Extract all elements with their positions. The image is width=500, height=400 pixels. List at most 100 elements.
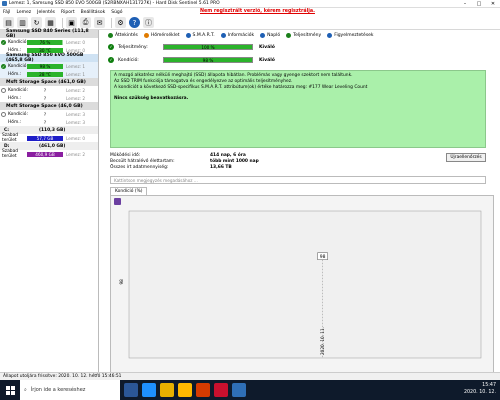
disk-number: Lemez: 0 [66, 47, 86, 53]
stat-label: Működési idő: [110, 152, 141, 158]
save-icon[interactable]: ▣ [66, 17, 77, 28]
unknown-status-icon [1, 111, 6, 117]
condition-bar: ? [43, 87, 47, 93]
drive-temp-row: Hőm.: ? Lemez: 3 [0, 118, 98, 126]
clock-time: 15:47 [482, 383, 496, 388]
volume-free-row: Szabad terület 460,9 GB Lemez: 2 [0, 149, 98, 159]
taskbar-search-input[interactable]: ⌕ Írjon ide a kereséshez [20, 380, 120, 400]
ok-check-icon: ✓ [108, 57, 114, 63]
tab-information[interactable]: Információk [220, 32, 255, 38]
menu-riport[interactable]: Riport [58, 10, 78, 15]
help-icon[interactable]: ? [129, 17, 140, 28]
tab-label: Napló [267, 32, 281, 38]
stat-value: több mint 1000 nap [210, 158, 259, 164]
drive-entry[interactable]: Msft Storage Space (46,0 GB) Kondíció: ?… [0, 102, 98, 126]
drive-header[interactable]: Msft Storage Space (46,0 GB) [0, 102, 98, 110]
performance-bar: 100 % [163, 44, 253, 50]
email-icon[interactable]: ✉ [94, 17, 105, 28]
volume-letter: C: [4, 127, 9, 133]
tab-label: S.M.A.R.T. [192, 32, 215, 38]
menu-report[interactable]: Jelentés [34, 10, 58, 15]
disk-number: Lemez: 0 [66, 39, 86, 45]
tab-performance[interactable]: Teljesítmény [286, 32, 321, 38]
drive-list-panel: Samsung SSD 840 Series (111,8 GB) ✓ Kond… [0, 29, 99, 372]
app-icon[interactable] [214, 383, 228, 397]
disk-number: Lemez: 1 [66, 71, 86, 77]
drive-header[interactable]: Samsung SSD 850 EVO 500GB (465,8 GB) [0, 53, 98, 63]
maximize-button[interactable]: □ [472, 0, 486, 8]
drive-entry[interactable]: Samsung SSD 850 EVO 500GB (465,8 GB) ✓ K… [0, 53, 98, 78]
chart-settings-icon[interactable] [114, 198, 121, 205]
settings-icon[interactable]: ⚙ [115, 17, 126, 28]
task-view-icon[interactable] [124, 383, 138, 397]
log-icon [260, 32, 266, 38]
drive-temp-row: Hőm.: 28 °C Lemez: 1 [0, 70, 98, 78]
temp-bar: 28 °C [27, 71, 63, 77]
close-button[interactable]: ✕ [486, 0, 500, 8]
volume-entry[interactable]: C: (110,3 GB) Szabad terület 57,7 GB Lem… [0, 126, 98, 143]
gauge-icon [286, 32, 292, 38]
disk-number: Lemez: 2 [66, 151, 86, 157]
condition-chart: 98 2020. 10. 11. 98 [119, 210, 482, 359]
plot-area [128, 210, 482, 359]
windows-start-icon[interactable] [0, 380, 20, 400]
menu-file[interactable]: Fájl [0, 10, 13, 15]
temp-label: Hőm.: [8, 95, 22, 101]
menu-settings[interactable]: Beállítások [78, 10, 109, 15]
tab-alerts[interactable]: Figyelmeztetések [327, 32, 374, 38]
firefox-icon[interactable] [196, 383, 210, 397]
tab-smart[interactable]: S.M.A.R.T. [185, 32, 215, 38]
disk-number: Lemez: 2 [66, 87, 86, 93]
status-description: A mozgó alkatrész nélküli meghajtó (SSD)… [110, 70, 486, 148]
free-space-label: Szabad terület [2, 149, 19, 159]
tab-overview[interactable]: Áttekintés [108, 32, 138, 38]
disk-number: Lemez: 2 [66, 95, 86, 101]
temp-bar: ? [43, 119, 47, 125]
hd-sentinel-icon[interactable] [232, 383, 246, 397]
volume-entry[interactable]: D: (461,0 GB) Szabad terület 460,9 GB Le… [0, 142, 98, 159]
menu-disk[interactable]: Lemez [13, 10, 34, 15]
minimize-button[interactable]: – [458, 0, 472, 8]
edge-icon[interactable] [142, 383, 156, 397]
app-icon [2, 1, 7, 6]
tab-temperature[interactable]: Hőmérséklet [143, 32, 180, 38]
report-icon[interactable]: ▦ [45, 17, 56, 28]
condition-bar: 76 % [27, 39, 63, 45]
disk-number: Lemez: 3 [66, 111, 86, 117]
search-placeholder: Írjon ide a kereséshez [30, 387, 86, 393]
recheck-button[interactable]: Újraellenőrzés [446, 153, 486, 162]
condition-row: ✓ Kondíció: 98 % Kiváló [108, 56, 275, 64]
tab-label: Információk [227, 32, 255, 38]
performance-row: ✓ Teljesítmény: 100 % Kiváló [108, 43, 275, 51]
action-required-text: Nincs szükség beavatkozásra. [114, 96, 189, 101]
temp-label: Hőm.: [8, 71, 22, 77]
ok-check-icon: ✓ [1, 39, 6, 45]
stat-value: 13,66 TB [210, 164, 232, 170]
stat-row: Összes írt adatmennyiség: 13,66 TB [110, 164, 486, 170]
volume-size: (461,0 GB) [39, 143, 66, 149]
condition-label: Kondíció: [118, 57, 139, 63]
unknown-status-icon [1, 87, 6, 93]
drive-header[interactable]: Samsung SSD 840 Series (111,8 GB) [0, 29, 98, 39]
not-registered-link[interactable]: Nem regisztrált verzió, kérem regisztrál… [200, 9, 315, 14]
drive-entry[interactable]: Samsung SSD 840 Series (111,8 GB) ✓ Kond… [0, 29, 98, 54]
file-explorer-icon[interactable] [160, 383, 174, 397]
disk-icon[interactable]: ▥ [17, 17, 28, 28]
drive-condition-row: Kondíció: ? Lemez: 2 [0, 86, 98, 94]
tab-condition-chart[interactable]: Kondíció (%) [110, 187, 148, 195]
drive-entry[interactable]: Msft Storage Space (461,0 GB) Kondíció: … [0, 78, 98, 102]
volume-free-row: Szabad terület 57,7 GB Lemez: 0 [0, 133, 98, 143]
store-icon[interactable] [178, 383, 192, 397]
refresh-icon[interactable]: ↻ [31, 17, 42, 28]
comment-input[interactable]: Kattintson megjegyzés megadásához ... [110, 176, 486, 184]
new-icon[interactable]: ▤ [3, 17, 14, 28]
drive-header[interactable]: Msft Storage Space (461,0 GB) [0, 78, 98, 86]
window-title: Lemez: 1, Samsung SSD 850 EVO 500GB (S2R… [9, 1, 220, 6]
info-icon [220, 32, 226, 38]
print-icon[interactable]: ⎙ [80, 17, 91, 28]
menu-help[interactable]: Súgó [108, 10, 125, 15]
condition-chart-panel: 98 2020. 10. 11. 98 [110, 195, 494, 373]
info-icon[interactable]: ⓘ [143, 17, 154, 28]
tab-log[interactable]: Napló [260, 32, 281, 38]
system-tray[interactable]: 15:47 2020. 10. 12. [464, 382, 496, 396]
